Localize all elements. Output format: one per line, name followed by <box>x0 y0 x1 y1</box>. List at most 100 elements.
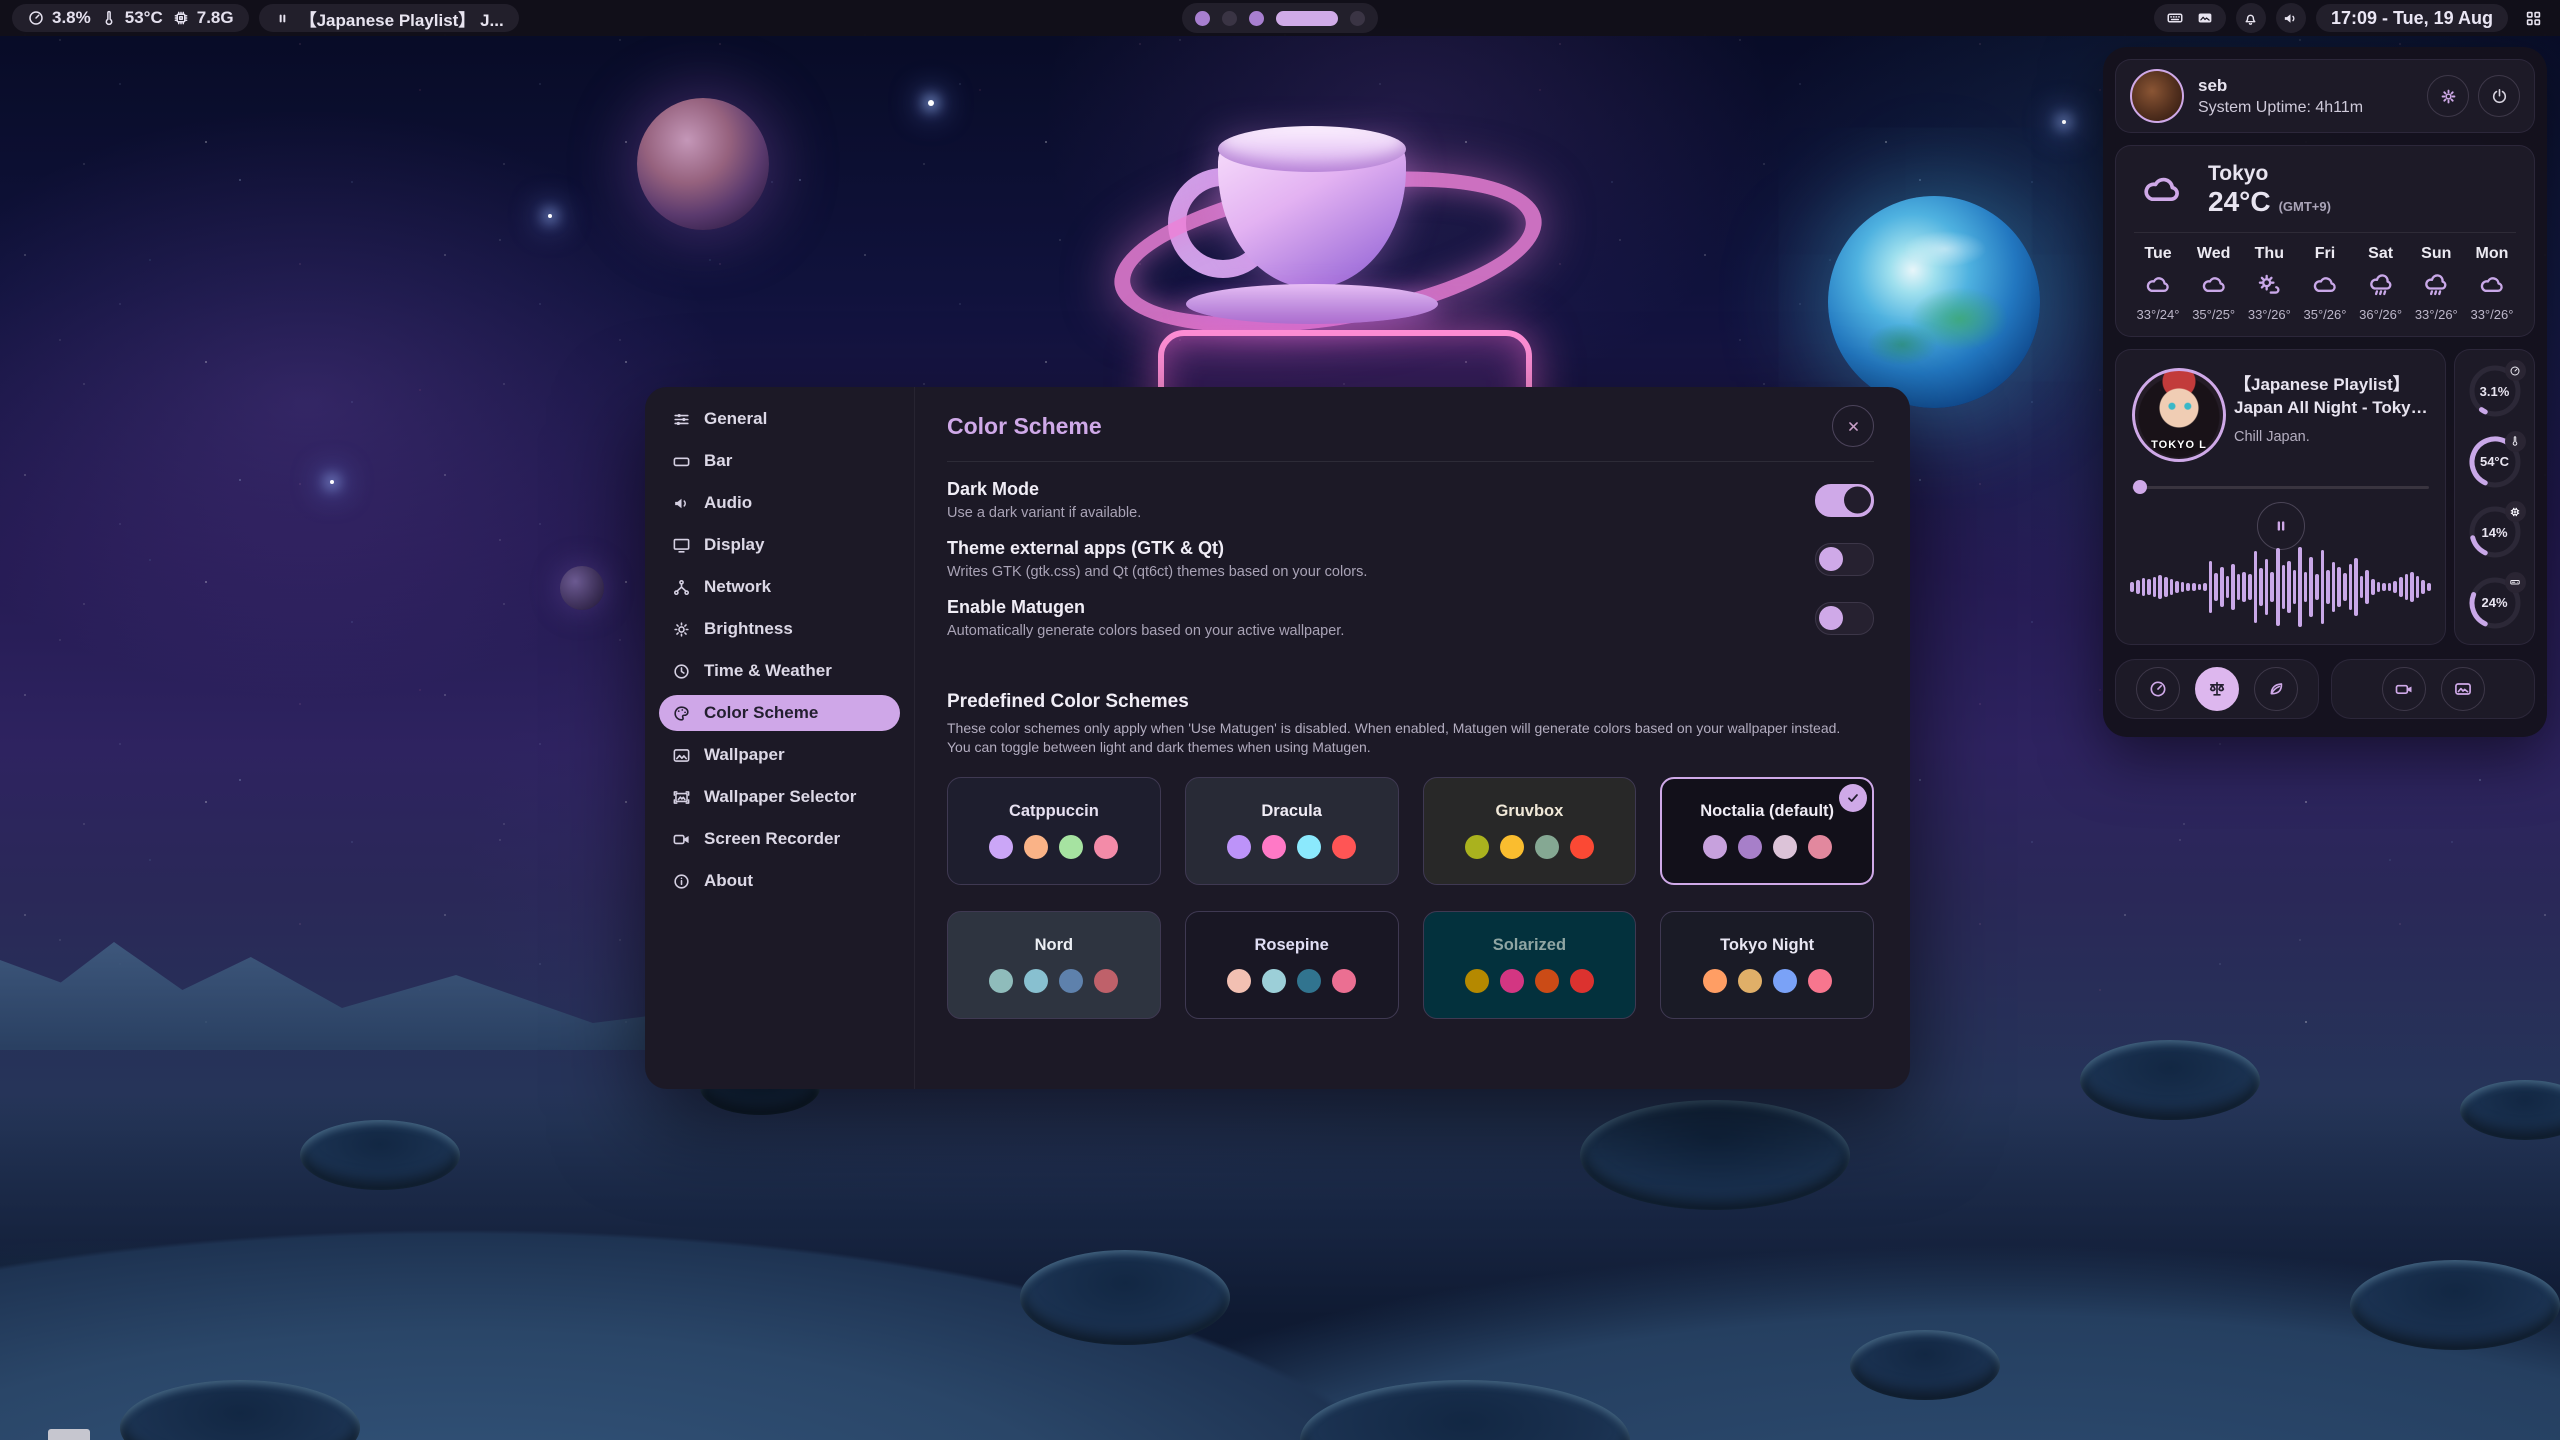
sidebar-item-wallpaper[interactable]: Wallpaper <box>659 737 900 773</box>
screen-record-button[interactable] <box>2382 667 2426 711</box>
media-pill[interactable]: 【Japanese Playlist】 J... <box>259 4 519 32</box>
sidebar-item-time-weather[interactable]: Time & Weather <box>659 653 900 689</box>
scheme-name: Noctalia (default) <box>1700 802 1834 821</box>
scheme-card-gruvbox[interactable]: Gruvbox <box>1423 777 1637 885</box>
disk-icon <box>2505 572 2526 593</box>
play-pause-button[interactable] <box>2257 502 2305 550</box>
workspace-dot[interactable] <box>1276 11 1338 26</box>
visualizer-bar <box>2282 565 2286 609</box>
powersaver-profile-button[interactable] <box>2254 667 2298 711</box>
keyboard-layout-icon[interactable] <box>2166 9 2184 27</box>
sidebar-item-general[interactable]: General <box>659 401 900 437</box>
visualizer-bar <box>2309 557 2313 617</box>
weather-icon <box>2255 271 2283 299</box>
color-swatch <box>1227 969 1251 993</box>
gauge-icon <box>2148 679 2168 699</box>
color-swatch <box>1703 969 1727 993</box>
workspace-dot[interactable] <box>1195 11 1210 26</box>
scheme-card-tokyo-night[interactable]: Tokyo Night <box>1660 911 1874 1019</box>
media-pill-label: 【Japanese Playlist】 J... <box>300 6 504 31</box>
color-swatch <box>1297 835 1321 859</box>
scheme-card-noctalia[interactable]: Noctalia (default) <box>1660 777 1874 885</box>
weather-temp: 24°C <box>2208 186 2271 218</box>
media-progress-dot[interactable] <box>2133 480 2147 494</box>
sidebar-item-bar[interactable]: Bar <box>659 443 900 479</box>
forecast-day: Wed35°/25° <box>2190 245 2238 322</box>
power-button[interactable] <box>2478 75 2520 117</box>
forecast-day-label: Sat <box>2368 245 2393 263</box>
screen-recorder-icon <box>672 830 691 849</box>
sidebar-item-audio[interactable]: Audio <box>659 485 900 521</box>
album-art: TOKYO L <box>2132 368 2226 462</box>
coffee-cup-top <box>1218 126 1406 172</box>
notifications-button[interactable] <box>2236 3 2266 33</box>
sidebar-item-brightness[interactable]: Brightness <box>659 611 900 647</box>
power-profiles-card <box>2115 659 2319 719</box>
wallpaper-button[interactable] <box>2441 667 2485 711</box>
visualizer-bar <box>2220 567 2224 607</box>
scheme-card-nord[interactable]: Nord <box>947 911 1161 1019</box>
scheme-card-dracula[interactable]: Dracula <box>1185 777 1399 885</box>
visualizer-bar <box>2304 572 2308 602</box>
clock-label: 17:09 - Tue, 19 Aug <box>2331 8 2493 29</box>
audio-icon <box>672 494 691 513</box>
settings-content: Color Scheme Dark Mode Use a dark varian… <box>915 387 1910 1089</box>
scheme-card-solarized[interactable]: Solarized <box>1423 911 1637 1019</box>
sidebar-item-about[interactable]: About <box>659 863 900 899</box>
color-swatch <box>1500 969 1524 993</box>
workspace-dot[interactable] <box>1249 11 1264 26</box>
sidebar-item-display[interactable]: Display <box>659 527 900 563</box>
chip-icon <box>172 9 190 27</box>
top-bar: 3.8% 53°C 7.8G 【Japanese Playlist】 J... <box>0 0 2560 36</box>
dark-mode-toggle[interactable] <box>1815 484 1874 517</box>
visualizer-bar <box>2399 577 2403 597</box>
scheme-card-rosepine[interactable]: Rosepine <box>1185 911 1399 1019</box>
color-swatch <box>1773 969 1797 993</box>
visualizer-bar <box>2298 547 2302 627</box>
workspace-dot[interactable] <box>1350 11 1365 26</box>
close-button[interactable] <box>1832 405 1874 447</box>
sidebar-item-wallpaper-selector[interactable]: Wallpaper Selector <box>659 779 900 815</box>
speaker-icon <box>2282 10 2299 27</box>
color-swatch <box>1535 969 1559 993</box>
balanced-profile-button[interactable] <box>2195 667 2239 711</box>
settings-sidebar: General Bar Audio Display Network Bright… <box>645 387 915 1089</box>
visualizer-bar <box>2214 573 2218 601</box>
gauge-memory: 14% <box>2467 504 2523 560</box>
visualizer-bar <box>2254 551 2258 623</box>
overview-button[interactable] <box>2518 3 2548 33</box>
sidebar-item-label: Display <box>704 535 764 555</box>
toggle-knob <box>1819 606 1843 630</box>
sidebar-item-color-scheme[interactable]: Color Scheme <box>659 695 900 731</box>
memory-stat: 7.8G <box>172 8 234 28</box>
visualizer-bar <box>2388 583 2392 591</box>
close-icon <box>1844 417 1863 436</box>
progress-track <box>2132 486 2429 489</box>
crater <box>1020 1250 1230 1345</box>
cpu-usage-stat: 3.8% <box>27 8 91 28</box>
theme-external-toggle[interactable] <box>1815 543 1874 576</box>
media-progress[interactable] <box>2132 480 2429 494</box>
performance-profile-button[interactable] <box>2136 667 2180 711</box>
sidebar-item-label: Brightness <box>704 619 793 639</box>
sidebar-item-screen-recorder[interactable]: Screen Recorder <box>659 821 900 857</box>
visualizer-bar <box>2270 572 2274 602</box>
clock-pill[interactable]: 17:09 - Tue, 19 Aug <box>2316 4 2508 32</box>
sidebar-item-label: Screen Recorder <box>704 829 840 849</box>
volume-button[interactable] <box>2276 3 2306 33</box>
crater <box>300 1120 460 1190</box>
visualizer-bar <box>2393 581 2397 593</box>
scheme-card-catppuccin[interactable]: Catppuccin <box>947 777 1161 885</box>
toggle-knob <box>1844 487 1871 514</box>
wallpaper-tray-icon[interactable] <box>2196 9 2214 27</box>
forecast-day: Sat36°/26° <box>2357 245 2405 322</box>
color-swatch <box>989 969 1013 993</box>
clock-icon <box>672 662 691 681</box>
matugen-toggle[interactable] <box>1815 602 1874 635</box>
forecast-temps: 35°/25° <box>2192 307 2235 322</box>
settings-button[interactable] <box>2427 75 2469 117</box>
workspace-dot[interactable] <box>1222 11 1237 26</box>
toggle-knob <box>1819 547 1843 571</box>
pause-icon <box>274 10 291 27</box>
sidebar-item-network[interactable]: Network <box>659 569 900 605</box>
